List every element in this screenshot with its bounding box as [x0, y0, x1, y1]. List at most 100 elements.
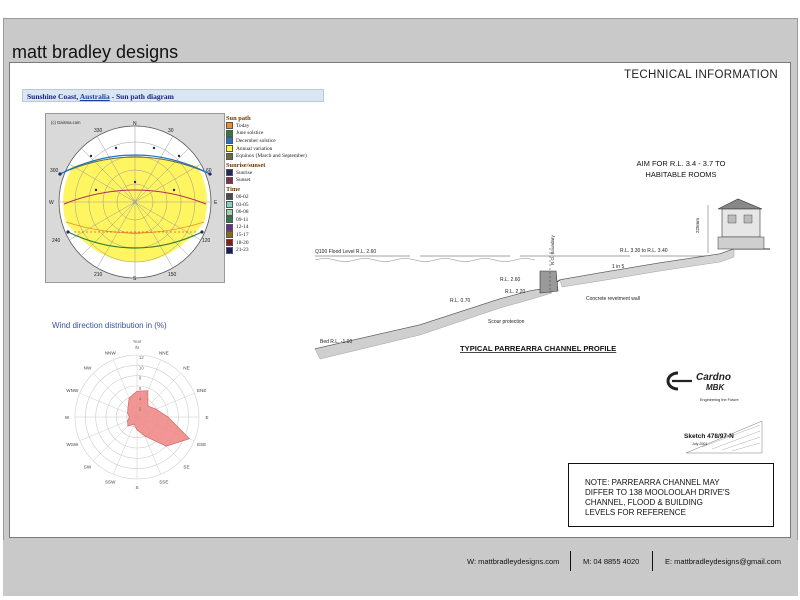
- wind-direction-label: NNW: [105, 350, 117, 355]
- wind-direction-label: NNE: [159, 350, 169, 355]
- wall-label: Concrete revetment wall: [586, 296, 640, 302]
- cardno-block: Cardno MBK Engineering the Future Sketch…: [662, 363, 772, 473]
- sun-grid: [59, 126, 211, 278]
- legend-sun-path-label: Today: [236, 122, 250, 129]
- compass-sw: 210: [94, 272, 103, 278]
- compass-se: 150: [168, 272, 177, 278]
- wind-ring-label: 6: [139, 386, 142, 391]
- cardno-tagline: Engineering the Future: [700, 398, 739, 402]
- boundary-label: R.O. Boundary: [550, 234, 555, 265]
- wind-direction-label: WSW: [66, 442, 78, 447]
- wind-direction-label: SSW: [105, 480, 116, 485]
- wind-ring-label: 12: [139, 355, 144, 360]
- legend-time-label: 18-20: [236, 239, 249, 246]
- compass-nw: 330: [94, 128, 103, 134]
- legend-time-swatch: [226, 193, 233, 201]
- sun-path-title-link[interactable]: Australia: [80, 92, 110, 101]
- legend-time-label: 12-14: [236, 224, 249, 231]
- wind-direction-label: ESE: [197, 442, 206, 447]
- wind-title: Wind direction distribution in (%): [52, 321, 167, 330]
- legend-sun-path-item: Annual variation: [226, 145, 336, 153]
- legend-sun-path-label: Equinox (March and September): [236, 153, 307, 160]
- legend-time-swatch: [226, 201, 233, 209]
- footer-mobile[interactable]: M: 04 8855 4020: [583, 557, 639, 566]
- cardno-line2: MBK: [706, 383, 725, 392]
- legend-sun-path-item: Today: [226, 122, 336, 130]
- footer: W: mattbradleydesigns.com M: 04 8855 402…: [3, 540, 798, 596]
- legend-sun-path-item: December solstice: [226, 137, 336, 145]
- azimuth-right: 60: [206, 168, 212, 174]
- compass-n: N: [133, 121, 137, 127]
- cardno-svg: Cardno MBK Engineering the Future Sketch…: [666, 371, 763, 454]
- legend-sun-path-label: December solstice: [236, 137, 276, 144]
- legend-time-label: 03-05: [236, 201, 249, 208]
- legend-time-label: 09-11: [236, 216, 249, 223]
- rl-low-label: R.L. 0.70: [450, 298, 471, 304]
- footer-separator-2: [652, 551, 653, 571]
- dim-label: 225mm: [695, 218, 700, 233]
- legend-time-label: 06-08: [236, 209, 249, 216]
- legend-time-swatch: [226, 216, 233, 224]
- wind-rose-svg: N NNE NE ENE E ESE SE SSE S SSW SW WSW W WNW NW NNW 12 10…: [65, 339, 209, 490]
- rl-house-label: R.L. 3.30 to R.L. 3.40: [620, 248, 668, 254]
- legend-time-swatch: [226, 223, 233, 231]
- legend-sunrise-swatch: [226, 169, 233, 177]
- wind-rose: N NNE NE ENE E ESE SE SSE S SSW SW WSW W WNW NW NNW 12 10…: [52, 333, 222, 493]
- wind-direction-label: NE: [183, 366, 189, 371]
- legend-time-swatch: [226, 231, 233, 239]
- legend-sun-path-head: Sun path: [226, 115, 251, 122]
- note-box: NOTE: PARREARRA CHANNEL MAY DIFFER TO 13…: [568, 463, 774, 527]
- channel-profile-svg: Q100 Flood Level R.L. 2.60 R.L. 3.30 to …: [314, 198, 770, 360]
- revetment-wall: [539, 270, 559, 294]
- compass-w: W: [49, 200, 54, 206]
- wind-ring-label: 10: [139, 365, 144, 370]
- footer-web[interactable]: W: mattbradleydesigns.com: [467, 557, 559, 566]
- legend-sun-path-item: June solstice: [226, 129, 336, 138]
- wind-direction-label: W: [65, 415, 70, 420]
- compass-e: E: [214, 200, 218, 206]
- note-line-4: LEVELS FOR REFERENCE: [585, 508, 686, 517]
- bed-label: Bed R.L. -1.00: [320, 339, 352, 345]
- sun-path-svg: (c) Gaisma.com N E S W 30 330 150 210 30…: [49, 120, 218, 282]
- legend-sun-path-label: June solstice: [236, 130, 264, 137]
- azimuth-right-low: 120: [202, 238, 211, 244]
- footer-email[interactable]: E: mattbradleydesigns@gmail.com: [665, 557, 781, 566]
- sun-watermark: (c) Gaisma.com: [51, 120, 81, 125]
- note-line-2: DIFFER TO 138 MOOLOOLAH DRIVE'S: [585, 488, 730, 497]
- legend-sun-path-swatch: [226, 137, 233, 145]
- compass-ne: 30: [168, 128, 174, 134]
- sun-path-title: Sunshine Coast, Australia - Sun path dia…: [22, 89, 324, 102]
- cardno-line1: Cardno: [696, 372, 731, 383]
- rl-top-label: R.L. 2.60: [500, 277, 521, 283]
- profile-caption: TYPICAL PARREARRA CHANNEL PROFILE: [460, 344, 616, 353]
- azimuth-left-low: 240: [52, 238, 61, 244]
- legend-sunrise-label: Sunrise: [236, 169, 253, 176]
- legend-time-swatch: [226, 208, 233, 216]
- ratio-label: 1 in 5: [612, 264, 624, 270]
- house: [717, 198, 765, 250]
- note-line-1: NOTE: PARREARRA CHANNEL MAY: [585, 478, 720, 487]
- wind-direction-label: E: [205, 415, 208, 420]
- legend-sunrise-label: Sunset: [236, 177, 251, 184]
- wind-direction-label: ENE: [197, 388, 206, 393]
- legend-sun-path-swatch: [226, 122, 233, 130]
- rl-mid-label: R.L. 2.20: [505, 289, 526, 295]
- sketch-number: Sketch 478/97-N: [684, 433, 734, 440]
- wind-direction-label: SE: [183, 465, 189, 470]
- bank-stipple: [559, 248, 735, 288]
- legend-sun-path-swatch: [226, 152, 233, 160]
- cardno-logo: [666, 371, 692, 391]
- legend-time-swatch: [226, 239, 233, 247]
- azimuth-left: 300: [50, 168, 59, 174]
- section-title: TECHNICAL INFORMATION: [624, 69, 778, 81]
- channel-profile: Q100 Flood Level R.L. 2.60 R.L. 3.30 to …: [300, 153, 770, 363]
- legend-sun-path-swatch: [226, 145, 233, 153]
- sketch-date: July 2001: [692, 442, 707, 446]
- footer-separator-1: [570, 551, 571, 571]
- wind-ring-label: 8: [139, 376, 142, 381]
- legend-sun-path-swatch: [226, 129, 233, 137]
- scour-label: Scour protection: [488, 319, 525, 325]
- wind-direction-label: SW: [84, 465, 92, 470]
- wind-direction-label: WNW: [66, 388, 79, 393]
- water-ripple: [314, 258, 536, 262]
